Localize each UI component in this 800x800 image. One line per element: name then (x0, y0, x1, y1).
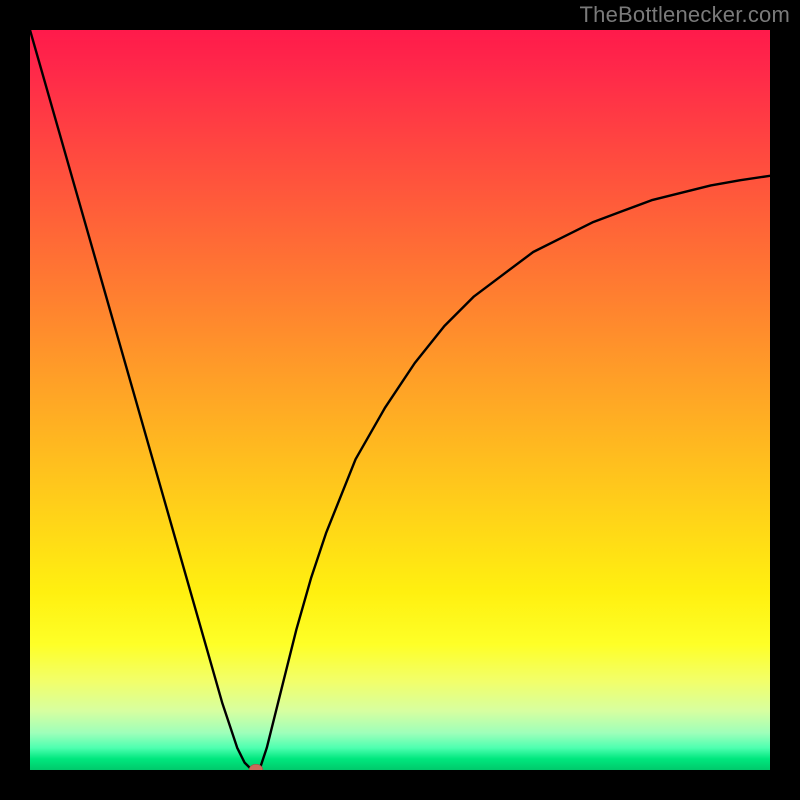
attribution-text: TheBottlenecker.com (580, 2, 790, 28)
curve-path (30, 30, 770, 770)
plot-area (30, 30, 770, 770)
bottleneck-curve (30, 30, 770, 770)
optimum-marker (249, 764, 263, 770)
